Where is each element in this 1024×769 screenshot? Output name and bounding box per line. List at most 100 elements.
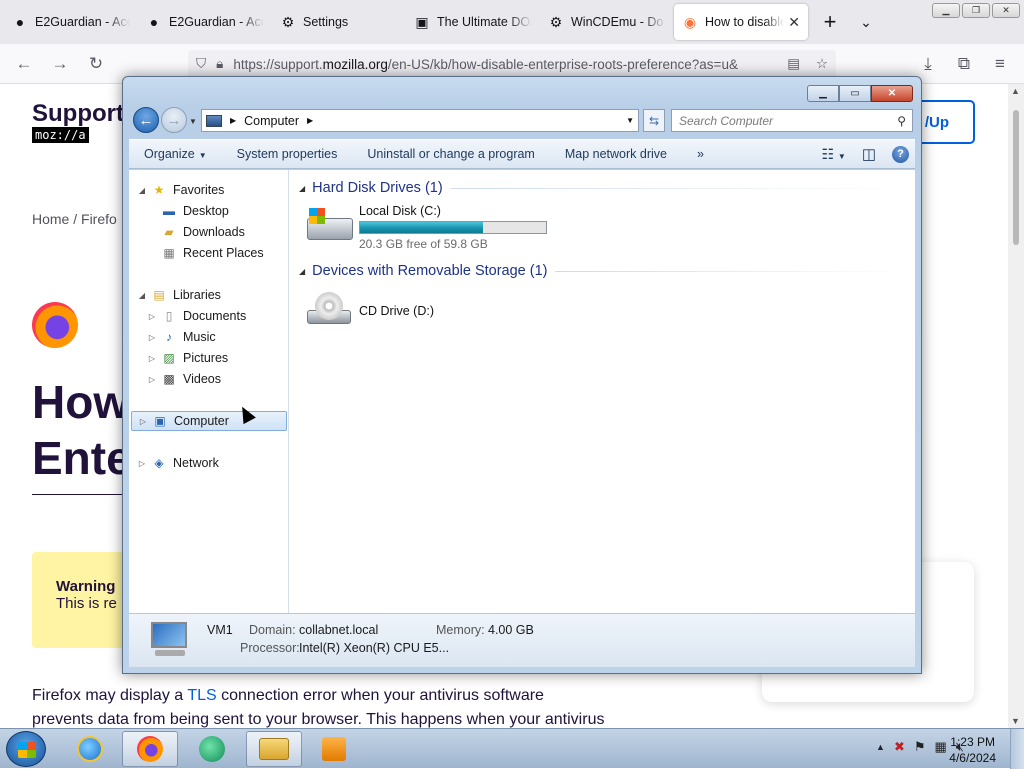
github-icon: ● <box>149 14 159 30</box>
drive-name: Local Disk (C:) <box>359 204 441 218</box>
tab-wincdemu[interactable]: ⚙ WinCDEmu - Do <box>540 4 674 40</box>
explorer-back-button[interactable]: ← <box>133 107 159 133</box>
system-properties-button[interactable]: System properties <box>222 147 353 161</box>
security-alert-icon[interactable]: ✖ <box>894 739 905 755</box>
new-tab-button[interactable]: + <box>812 4 848 40</box>
network-status-icon[interactable]: ▦ <box>935 739 947 755</box>
chevron-down-icon: ▼ <box>198 151 207 160</box>
show-desktop-button[interactable] <box>1010 729 1024 769</box>
address-bar[interactable]: ▶ Computer ▶ ▼ <box>201 109 639 132</box>
nav-videos[interactable]: ▷ ▩ Videos <box>147 369 221 389</box>
more-commands-button[interactable]: » <box>682 147 719 161</box>
start-button[interactable] <box>6 731 46 767</box>
tab-e2guardian-2[interactable]: ● E2Guardian - Access <box>138 4 272 40</box>
minimize-button[interactable]: ▁ <box>932 3 960 18</box>
collapse-icon[interactable]: ◢ <box>137 291 147 300</box>
reader-view-icon[interactable]: ▤ <box>787 56 800 72</box>
downloads-icon[interactable]: ⤓ <box>910 48 946 80</box>
nav-downloads[interactable]: ▰ Downloads <box>161 222 244 242</box>
tab-how-to-disable[interactable]: ◉ How to disable ✕ <box>674 4 808 40</box>
scroll-up-icon[interactable]: ▲ <box>1011 86 1020 96</box>
drive-local-disk-c[interactable]: Local Disk (C:) 20.3 GB free of 59.8 GB <box>305 204 547 251</box>
expand-icon[interactable]: ▷ <box>137 459 147 468</box>
expand-icon[interactable]: ▷ <box>138 417 148 426</box>
collapse-icon[interactable]: ◢ <box>299 184 305 193</box>
map-network-drive-button[interactable]: Map network drive <box>550 147 682 161</box>
support-logo-text[interactable]: Support <box>32 100 124 128</box>
nav-favorites[interactable]: ◢ ★ Favorites <box>137 180 224 200</box>
drive-free-space: 20.3 GB free of 59.8 GB <box>359 237 488 251</box>
address-dropdown-icon[interactable]: ▼ <box>626 116 634 125</box>
collapse-icon[interactable]: ◢ <box>137 186 147 195</box>
url-domain: mozilla.org <box>322 56 388 72</box>
nav-recent-places[interactable]: ▦ Recent Places <box>161 243 263 263</box>
scrollbar-thumb[interactable] <box>1013 110 1019 245</box>
tab-ultimate-dos[interactable]: ▣ The Ultimate DOS <box>406 4 540 40</box>
restore-button[interactable]: ❐ <box>962 3 990 18</box>
close-tab-icon[interactable]: ✕ <box>788 14 800 31</box>
tls-link[interactable]: TLS <box>187 687 216 704</box>
address-text[interactable]: Computer <box>244 114 299 128</box>
nav-documents[interactable]: ▷ ▯ Documents <box>147 306 246 326</box>
extensions-icon[interactable]: ⧉ <box>946 48 982 80</box>
url-bar[interactable]: ⛉ 🔒︎ https://support.mozilla.org/en-US/k… <box>188 50 836 78</box>
expand-icon[interactable]: ▷ <box>147 375 157 384</box>
nav-label: Desktop <box>183 204 229 218</box>
bookmark-star-icon[interactable]: ☆ <box>816 56 828 72</box>
help-icon[interactable]: ? <box>892 145 909 163</box>
organize-label: Organize <box>144 147 195 161</box>
explorer-maximize-button[interactable]: ▭ <box>839 85 871 102</box>
explorer-minimize-button[interactable]: ▁ <box>807 85 839 102</box>
expand-icon[interactable]: ▷ <box>147 354 157 363</box>
search-input[interactable]: Search Computer ⚲ <box>671 109 913 132</box>
taskbar-app[interactable] <box>184 731 240 767</box>
drive-cd-d[interactable]: CD Drive (D:) <box>305 288 434 328</box>
taskbar-explorer[interactable] <box>246 731 302 767</box>
show-hidden-icons-icon[interactable]: ▲ <box>876 742 885 755</box>
shield-icon[interactable]: ⛉ <box>196 56 206 72</box>
group-removable-storage[interactable]: ◢ Devices with Removable Storage (1) <box>299 263 907 279</box>
chevron-right-icon[interactable]: ▶ <box>230 116 236 125</box>
tab-e2guardian-1[interactable]: ● E2Guardian - Access <box>4 4 138 40</box>
search-icon[interactable]: ⚲ <box>897 114 906 128</box>
nav-libraries[interactable]: ◢ ▤ Libraries <box>137 285 221 305</box>
back-button[interactable]: ← <box>6 48 42 80</box>
nav-computer[interactable]: ▷ ▣ Computer <box>131 411 287 431</box>
mozilla-logo[interactable]: moz://a <box>32 127 89 143</box>
close-button[interactable]: ✕ <box>992 3 1020 18</box>
expand-icon[interactable]: ▷ <box>147 312 157 321</box>
recent-pages-dropdown-icon[interactable]: ▼ <box>189 117 197 126</box>
tab-settings[interactable]: ⚙ Settings <box>272 4 406 40</box>
nav-desktop[interactable]: ▬ Desktop <box>161 201 229 221</box>
taskbar-firefox[interactable] <box>122 731 178 767</box>
refresh-button[interactable]: ⇆ <box>643 109 665 132</box>
taskbar-media-player[interactable] <box>306 731 362 767</box>
browser-tab-bar: ● E2Guardian - Access ● E2Guardian - Acces… <box>0 0 1024 44</box>
scroll-down-icon[interactable]: ▼ <box>1011 716 1020 726</box>
preview-pane-icon[interactable]: ◫ <box>862 145 876 163</box>
menu-icon[interactable]: ≡ <box>982 48 1018 80</box>
lock-icon[interactable]: 🔒︎ <box>216 56 223 72</box>
explorer-close-button[interactable]: ✕ <box>871 85 913 102</box>
page-scrollbar[interactable]: ▲ ▼ <box>1008 84 1024 728</box>
clock[interactable]: 1:23 PM 4/6/2024 <box>949 734 996 766</box>
group-hard-disk-drives[interactable]: ◢ Hard Disk Drives (1) <box>299 180 907 196</box>
list-tabs-button[interactable]: ⌄ <box>848 4 884 40</box>
expand-icon[interactable]: ▷ <box>147 333 157 342</box>
chevron-right-icon[interactable]: ▶ <box>307 116 313 125</box>
nav-pictures[interactable]: ▷ ▨ Pictures <box>147 348 228 368</box>
nav-music[interactable]: ▷ ♪ Music <box>147 327 216 347</box>
nav-network[interactable]: ▷ ◈ Network <box>137 453 219 473</box>
star-icon: ★ <box>153 183 165 197</box>
reload-button[interactable]: ↻ <box>78 48 114 80</box>
action-center-flag-icon[interactable]: ⚑ <box>914 739 926 755</box>
change-view-icon[interactable]: ☷ ▼ <box>821 146 845 163</box>
taskbar-internet-explorer[interactable] <box>62 731 118 767</box>
url-text: https://support.mozilla.org/en-US/kb/how… <box>233 57 753 72</box>
organize-button[interactable]: Organize ▼ <box>129 147 222 161</box>
forward-button[interactable]: → <box>42 48 78 80</box>
uninstall-program-button[interactable]: Uninstall or change a program <box>352 147 549 161</box>
breadcrumb[interactable]: Home / Firefo <box>32 211 117 227</box>
collapse-icon[interactable]: ◢ <box>299 267 305 276</box>
explorer-forward-button[interactable]: → <box>161 107 187 133</box>
